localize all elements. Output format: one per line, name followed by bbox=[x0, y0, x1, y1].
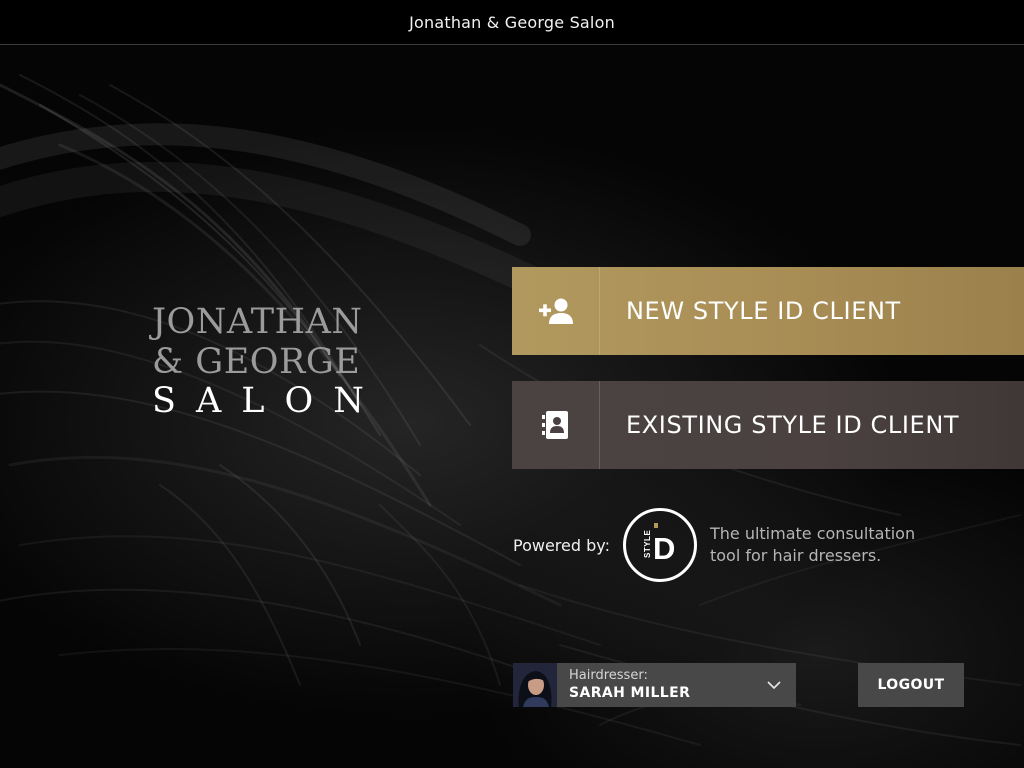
tagline-line-1: The ultimate consultation bbox=[709, 524, 916, 543]
chevron-down-icon bbox=[767, 681, 781, 690]
hairdresser-avatar bbox=[513, 663, 557, 707]
contacts-book-icon bbox=[512, 381, 600, 469]
new-style-id-client-label: NEW STYLE ID CLIENT bbox=[626, 297, 901, 325]
title-bar: Jonathan & George Salon bbox=[0, 0, 1024, 45]
hairdresser-text: Hairdresser: SARAH MILLER bbox=[557, 668, 766, 702]
style-id-logo-text: STYLE bbox=[643, 530, 652, 558]
logout-button[interactable]: LOGOUT bbox=[858, 663, 964, 707]
style-id-logo-letter: D bbox=[653, 531, 675, 566]
app-title: Jonathan & George Salon bbox=[409, 12, 615, 32]
style-id-logo: STYLE D bbox=[622, 508, 697, 582]
new-style-id-client-button[interactable]: NEW STYLE ID CLIENT bbox=[512, 267, 1024, 355]
salon-logo: JONATHAN & GEORGE SALON bbox=[152, 302, 376, 419]
hairdresser-label: Hairdresser: bbox=[569, 668, 648, 683]
hairdresser-name: SARAH MILLER bbox=[569, 685, 691, 701]
hairdresser-selector[interactable]: Hairdresser: SARAH MILLER bbox=[513, 663, 796, 707]
logo-line-george: & GEORGE bbox=[152, 342, 361, 382]
logo-line-jonathan: JONATHAN bbox=[152, 302, 363, 342]
logo-line-salon: SALON bbox=[152, 381, 384, 421]
tagline: The ultimate consultation tool for hair … bbox=[710, 523, 920, 567]
splash-screen: Jonathan & George Salon JONATHAN & GEORG… bbox=[0, 0, 1024, 768]
powered-by-label: Powered by: bbox=[513, 535, 610, 555]
existing-style-id-client-button[interactable]: EXISTING STYLE ID CLIENT bbox=[512, 381, 1024, 469]
existing-style-id-client-label: EXISTING STYLE ID CLIENT bbox=[626, 411, 960, 439]
powered-by-section: Powered by: STYLE D The ultimate consult… bbox=[513, 507, 920, 583]
add-user-icon bbox=[512, 267, 600, 355]
tagline-line-2: tool for hair dressers. bbox=[709, 546, 882, 565]
